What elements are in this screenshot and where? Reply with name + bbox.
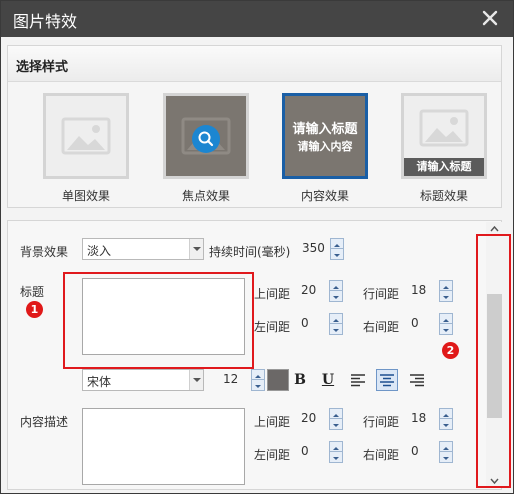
image-effects-dialog: 图片特效 选择样式 单图效果 焦点效果 请输入标题 请输入内容 内容效果 请输入… <box>0 0 514 494</box>
desc-top-spacing-stepper[interactable]: 20 <box>295 408 343 430</box>
image-placeholder-icon <box>61 117 111 155</box>
spin-up-icon[interactable] <box>440 442 452 452</box>
title-top-spacing-label: 上间距 <box>254 287 291 301</box>
spin-up-icon[interactable] <box>330 281 342 291</box>
style-option-label: 单图效果 <box>61 189 110 203</box>
underline-button[interactable]: U <box>317 369 339 391</box>
desc-line-spacing-stepper[interactable]: 18 <box>405 408 453 430</box>
duration-label: 持续时间(毫秒) <box>209 245 291 259</box>
overlay-title: 请输入标题 <box>292 122 358 137</box>
font-family-value: 宋体 <box>87 375 112 389</box>
spin-up-icon[interactable] <box>330 442 342 452</box>
content-thumb: 请输入标题 请输入内容 <box>282 93 368 179</box>
title-label: 标题 <box>20 285 45 299</box>
style-panel-header: 选择样式 <box>8 46 501 82</box>
title-left-spacing-stepper[interactable]: 0 <box>295 313 343 335</box>
spin-down-icon[interactable] <box>330 452 342 462</box>
title-bar: 图片特效 <box>1 1 513 37</box>
spin-up-icon[interactable] <box>440 314 452 324</box>
style-option-content[interactable]: 请输入标题 请输入内容 内容效果 <box>282 93 368 203</box>
spin-down-icon[interactable] <box>330 291 342 301</box>
magnify-icon <box>192 125 220 153</box>
chevron-down-icon[interactable] <box>189 370 203 390</box>
title-right-spacing-stepper[interactable]: 0 <box>405 313 453 335</box>
focus-thumb <box>163 93 249 179</box>
close-icon[interactable] <box>479 7 501 29</box>
align-right-icon <box>410 374 424 387</box>
spin-up-icon[interactable] <box>331 239 343 249</box>
style-option-single-image[interactable]: 单图效果 <box>43 93 129 203</box>
effect-settings-panel: 背景效果 淡入 持续时间(毫秒) 350 标题 1 上间距 20 行间距 18 … <box>7 220 502 490</box>
title-right-spacing-label: 右间距 <box>363 320 400 334</box>
desc-left-spacing-stepper[interactable]: 0 <box>295 441 343 463</box>
overlay-body: 请输入内容 <box>297 140 353 153</box>
desc-line-spacing-label: 行间距 <box>363 415 400 429</box>
chevron-down-icon[interactable] <box>189 239 203 259</box>
duration-stepper[interactable]: 350 <box>296 238 344 260</box>
desc-right-spacing-label: 右间距 <box>363 448 400 462</box>
bold-button[interactable]: B <box>289 369 311 391</box>
spin-up-icon[interactable] <box>440 409 452 419</box>
spin-down-icon[interactable] <box>331 249 343 259</box>
align-left-button[interactable] <box>347 369 369 391</box>
align-center-button[interactable] <box>376 369 398 391</box>
spin-up-icon[interactable] <box>330 314 342 324</box>
font-family-select[interactable]: 宋体 <box>82 369 204 391</box>
background-effect-label: 背景效果 <box>20 245 69 259</box>
single-image-thumb <box>43 93 129 179</box>
spin-up-icon[interactable] <box>440 281 452 291</box>
align-center-icon <box>380 374 394 387</box>
title-line-spacing-stepper[interactable]: 18 <box>405 280 453 302</box>
style-select-panel: 选择样式 单图效果 焦点效果 请输入标题 请输入内容 内容效果 请输入标题 标题… <box>7 45 502 208</box>
spin-down-icon[interactable] <box>330 324 342 334</box>
content-description-textarea[interactable] <box>82 408 245 485</box>
font-size-stepper[interactable]: 12 <box>217 369 265 391</box>
annotation-box-title <box>63 272 254 369</box>
content-description-label: 内容描述 <box>20 415 69 429</box>
style-option-label: 焦点效果 <box>181 189 230 203</box>
font-color-swatch[interactable] <box>267 369 289 391</box>
style-option-focus[interactable]: 焦点效果 <box>163 93 249 203</box>
spin-down-icon[interactable] <box>440 291 452 301</box>
style-option-title[interactable]: 请输入标题 标题效果 <box>401 93 487 203</box>
annotation-box-scrollbar <box>476 234 511 488</box>
spin-down-icon[interactable] <box>252 380 264 390</box>
desc-top-spacing-label: 上间距 <box>254 415 291 429</box>
desc-left-spacing-label: 左间距 <box>254 448 291 462</box>
spin-down-icon[interactable] <box>440 324 452 334</box>
background-effect-select[interactable]: 淡入 <box>82 238 204 260</box>
annotation-marker-1: 1 <box>26 301 43 318</box>
title-top-spacing-stepper[interactable]: 20 <box>295 280 343 302</box>
spin-up-icon[interactable] <box>252 370 264 380</box>
desc-right-spacing-stepper[interactable]: 0 <box>405 441 453 463</box>
title-left-spacing-label: 左间距 <box>254 320 291 334</box>
annotation-marker-2: 2 <box>442 342 459 359</box>
overlay-title-bar: 请输入标题 <box>404 158 484 176</box>
spin-up-icon[interactable] <box>330 409 342 419</box>
align-right-button[interactable] <box>406 369 428 391</box>
spin-down-icon[interactable] <box>330 419 342 429</box>
style-option-label: 标题效果 <box>419 189 468 203</box>
dialog-title: 图片特效 <box>13 12 78 31</box>
style-panel-title: 选择样式 <box>16 60 69 75</box>
title-thumb: 请输入标题 <box>401 93 487 179</box>
style-option-label: 内容效果 <box>300 189 349 203</box>
title-line-spacing-label: 行间距 <box>363 287 400 301</box>
spin-down-icon[interactable] <box>440 419 452 429</box>
spin-down-icon[interactable] <box>440 452 452 462</box>
background-effect-value: 淡入 <box>87 244 112 258</box>
align-left-icon <box>351 374 365 387</box>
